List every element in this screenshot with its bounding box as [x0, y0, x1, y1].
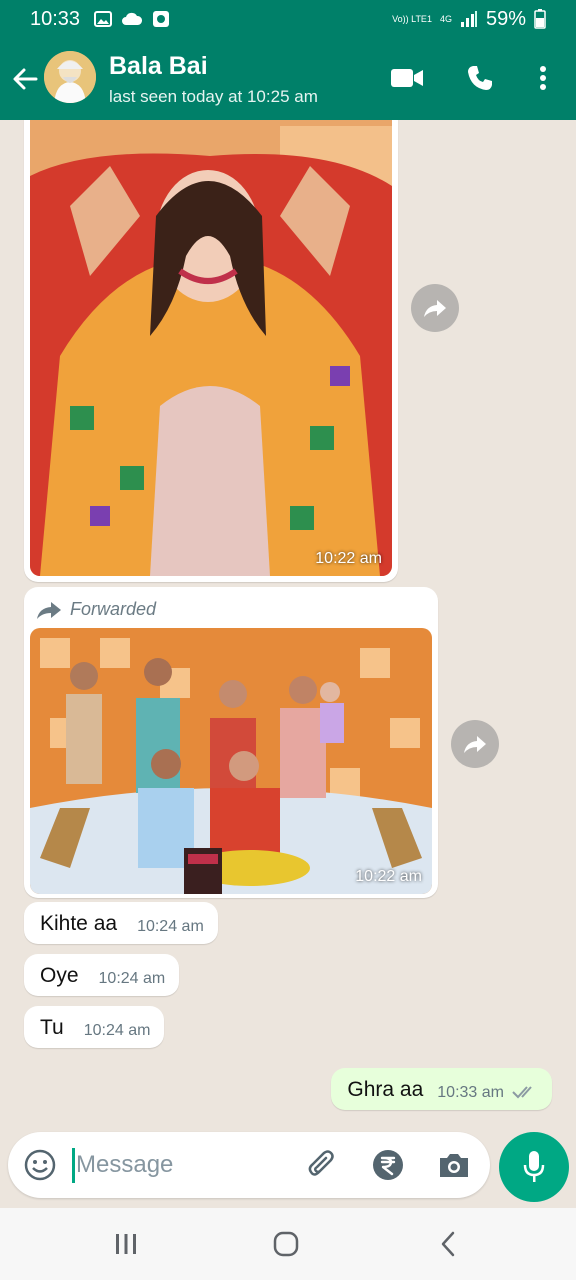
- back-nav-icon: [441, 1231, 455, 1257]
- more-options-icon: [540, 66, 546, 90]
- text-message[interactable]: Tu 10:24 am: [24, 1006, 165, 1048]
- back-arrow-icon: [13, 68, 38, 90]
- voice-call-button[interactable]: [462, 60, 498, 96]
- home-icon: [273, 1231, 299, 1257]
- outgoing-text-message[interactable]: Ghra aa 10:33 am: [331, 1068, 552, 1110]
- photo[interactable]: 10:22 am: [30, 120, 392, 576]
- chat-area[interactable]: 10:22 am Forwarded 10:22 am Kihte aa 10:…: [0, 120, 576, 1130]
- home-button[interactable]: [266, 1226, 306, 1262]
- back-nav-button[interactable]: [428, 1226, 468, 1262]
- battery-icon: [534, 9, 546, 29]
- double-tick-icon: [512, 1086, 532, 1099]
- contact-name[interactable]: Bala Bai: [109, 52, 208, 81]
- text-message[interactable]: Oye 10:24 am: [24, 954, 180, 996]
- camera-icon: [440, 1154, 468, 1177]
- forward-button[interactable]: [411, 284, 459, 332]
- forwarded-label: Forwarded: [30, 593, 432, 628]
- forward-icon: [464, 736, 486, 753]
- video-call-icon: [391, 69, 423, 87]
- mic-icon: [523, 1151, 545, 1182]
- battery-percent: 59%: [485, 7, 526, 30]
- recent-apps-icon: [116, 1234, 136, 1254]
- voice-message-button[interactable]: [499, 1132, 569, 1202]
- back-button[interactable]: [8, 62, 42, 96]
- status-bar: 10:33 Vo)) LTE1 4G 59%: [0, 0, 576, 38]
- message-text: Tu: [40, 1016, 64, 1039]
- attach-button[interactable]: [304, 1147, 340, 1183]
- chat-header: Bala Bai last seen today at 10:25 am: [0, 38, 576, 120]
- image-icon: [94, 11, 113, 27]
- attach-icon: [308, 1150, 334, 1176]
- message-time: 10:24 am: [83, 1022, 151, 1039]
- payment-button[interactable]: [370, 1147, 406, 1183]
- system-navigation-bar: [0, 1208, 576, 1280]
- message-text: Kihte aa: [40, 912, 118, 935]
- camera-button[interactable]: [436, 1147, 472, 1183]
- message-time: 10:22 am: [355, 868, 422, 885]
- image-message[interactable]: 10:22 am: [24, 120, 398, 582]
- emoji-icon: [24, 1149, 56, 1181]
- message-input[interactable]: [76, 1142, 286, 1188]
- message-text: Oye: [40, 964, 79, 987]
- forwarded-image-message[interactable]: Forwarded 10:22 am: [24, 587, 438, 898]
- forward-button[interactable]: [451, 720, 499, 768]
- forward-icon: [424, 300, 446, 317]
- message-composer: [8, 1132, 490, 1198]
- group-photo[interactable]: 10:22 am: [30, 628, 432, 894]
- phone-icon: [468, 66, 492, 90]
- message-time: 10:22 am: [315, 550, 382, 567]
- message-time: 10:24 am: [98, 970, 166, 987]
- video-call-button[interactable]: [389, 60, 425, 96]
- status-time: 10:33: [30, 7, 81, 30]
- cloud-icon: [122, 12, 143, 25]
- text-cursor: [72, 1148, 75, 1183]
- forwarded-text: Forwarded: [70, 599, 157, 619]
- recent-apps-button[interactable]: [106, 1226, 146, 1262]
- more-options-button[interactable]: [525, 60, 561, 96]
- text-message[interactable]: Kihte aa 10:24 am: [24, 902, 218, 944]
- emoji-button[interactable]: [22, 1147, 58, 1183]
- message-time: 10:33 am: [437, 1084, 504, 1101]
- message-time: 10:24 am: [137, 918, 204, 935]
- message-text: Ghra aa: [347, 1078, 424, 1101]
- rupee-payment-icon: [373, 1150, 403, 1180]
- network-type: 4G: [439, 13, 452, 24]
- forwarded-icon: [37, 601, 61, 619]
- avatar[interactable]: [44, 51, 96, 103]
- app-icon: [153, 11, 170, 27]
- last-seen-status: last seen today at 10:25 am: [109, 87, 318, 106]
- signal-icon: [460, 11, 477, 27]
- network-label: Vo)) LTE1: [392, 13, 432, 24]
